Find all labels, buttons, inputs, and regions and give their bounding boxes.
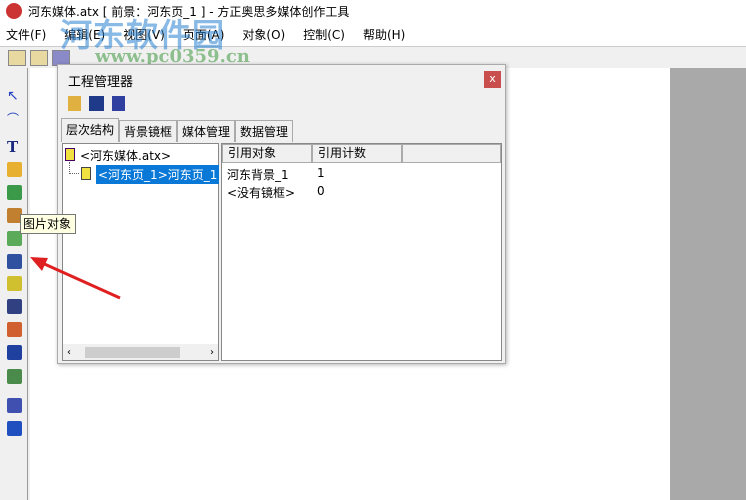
annotation-arrow <box>30 257 121 300</box>
